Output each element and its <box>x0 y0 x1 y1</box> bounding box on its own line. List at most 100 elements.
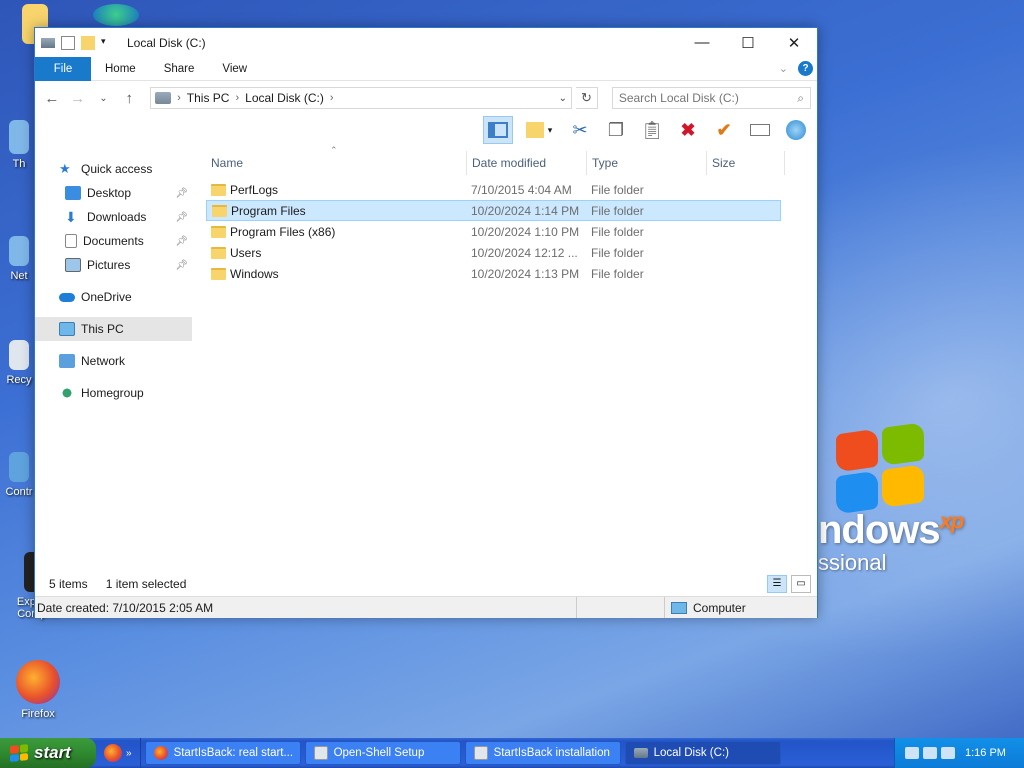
desktop-brand-subtext: ssional <box>818 550 887 575</box>
pictures-icon <box>65 258 81 272</box>
network-disconnected-icon[interactable] <box>905 747 919 759</box>
details-view-icon[interactable]: ☰ <box>767 575 787 593</box>
desktop-icon-network[interactable]: Net <box>2 236 36 282</box>
breadcrumb-this-pc[interactable]: This PC <box>187 91 230 105</box>
preview-pane-icon[interactable] <box>483 116 513 144</box>
taskbar-button-local-disk[interactable]: Local Disk (C:) <box>624 741 781 765</box>
pin-icon[interactable]: 📌︎ <box>175 260 188 271</box>
task-label: StartIsBack installation <box>493 747 610 759</box>
download-arrow-icon: ⬇ <box>65 209 77 225</box>
breadcrumb-local-disk[interactable]: Local Disk (C:) <box>245 91 324 105</box>
clock[interactable]: 1:16 PM <box>965 747 1006 759</box>
file-name: Users <box>230 245 262 260</box>
file-row-program-files-x86[interactable]: Program Files (x86) 10/20/2024 1:10 PM F… <box>206 221 781 242</box>
properties-globe-icon[interactable] <box>781 116 811 144</box>
recent-locations-chevron-icon[interactable]: ⌄ <box>93 93 115 104</box>
up-arrow-icon[interactable]: ↑ <box>118 90 140 107</box>
delete-icon[interactable]: ✖ <box>673 116 703 144</box>
close-button[interactable]: ✕ <box>771 28 817 57</box>
start-button[interactable]: start <box>0 738 96 768</box>
desktop-icon-this-pc[interactable]: Th <box>2 120 36 170</box>
nav-item-this-pc[interactable]: This PC <box>35 317 192 341</box>
nav-item-onedrive[interactable]: OneDrive <box>35 285 192 309</box>
search-input[interactable] <box>618 91 789 105</box>
address-bar[interactable]: › This PC › Local Disk (C:) › ⌄ <box>150 87 573 109</box>
column-header-date-modified[interactable]: Date modified <box>467 151 587 175</box>
file-row-users[interactable]: Users 10/20/2024 12:12 ... File folder <box>206 242 781 263</box>
item-count: 5 items <box>49 577 88 591</box>
paste-icon[interactable]: 📋︎ <box>637 116 667 144</box>
command-toolbar: ▾ ✂ ❐ 📋︎ ✖ ✔ <box>35 115 817 145</box>
file-type: File folder <box>591 224 644 239</box>
view-options-icon[interactable]: ▾ <box>519 116 559 144</box>
desktop-icon <box>65 186 81 200</box>
file-list: ⌃ Name Date modified Type Size PerfLogs … <box>192 145 817 573</box>
pin-icon[interactable]: 📌︎ <box>175 236 188 247</box>
taskbar-button-open-shell-setup[interactable]: Open-Shell Setup <box>304 741 461 765</box>
column-header-size[interactable]: Size <box>707 151 785 175</box>
file-date-modified: 10/20/2024 1:14 PM <box>471 203 580 218</box>
tab-file[interactable]: File <box>35 56 91 81</box>
taskbar-button-startisback-firefox[interactable]: StartIsBack: real start... <box>144 741 301 765</box>
breadcrumb-separator-icon[interactable]: › <box>177 92 181 104</box>
file-row-perflogs[interactable]: PerfLogs 7/10/2015 4:04 AM File folder <box>206 179 781 200</box>
installer-icon <box>473 746 488 760</box>
checkmark-icon[interactable]: ✔ <box>709 116 739 144</box>
cut-icon[interactable]: ✂ <box>565 116 595 144</box>
file-name: Program Files <box>231 203 306 218</box>
desktop-icon-firefox[interactable]: Firefox <box>10 660 66 720</box>
forward-arrow-icon[interactable]: → <box>67 90 89 107</box>
column-header-type[interactable]: Type <box>587 151 707 175</box>
taskbar-button-startisback-installation[interactable]: StartIsBack installation <box>464 741 621 765</box>
computer-icon <box>671 601 687 614</box>
firefox-icon[interactable] <box>104 744 122 762</box>
pin-icon[interactable]: 📌︎ <box>175 212 188 223</box>
search-box[interactable]: ⌕ <box>611 87 811 109</box>
nav-item-documents[interactable]: Documents 📌︎ <box>35 229 192 253</box>
breadcrumb-separator-icon[interactable]: › <box>330 92 334 104</box>
help-icon[interactable]: ? <box>798 61 813 76</box>
nav-item-label: Network <box>81 354 126 368</box>
desktop-icon-control-panel[interactable]: Contr <box>2 452 36 498</box>
quick-launch: » <box>96 738 141 768</box>
minimize-button[interactable]: — <box>679 28 725 57</box>
drive-icon <box>633 748 648 758</box>
nav-item-pictures[interactable]: Pictures 📌︎ <box>35 253 192 277</box>
expand-ribbon-chevron-icon[interactable]: ⌄ <box>779 62 788 75</box>
address-dropdown-chevron-icon[interactable]: ⌄ <box>559 93 567 104</box>
quick-launch-chevron-icon[interactable]: » <box>126 748 132 759</box>
maximize-button[interactable]: ☐ <box>725 28 771 57</box>
new-folder-icon[interactable] <box>81 35 95 50</box>
tab-home[interactable]: Home <box>91 57 150 81</box>
pin-icon[interactable]: 📌︎ <box>175 188 188 199</box>
nav-item-homegroup[interactable]: Homegroup <box>35 381 192 405</box>
tab-share[interactable]: Share <box>150 57 209 81</box>
refresh-icon[interactable]: ↻ <box>576 87 598 109</box>
title-bar[interactable]: ▾ Local Disk (C:) — ☐ ✕ <box>35 28 817 57</box>
computer-icon <box>59 322 75 336</box>
documents-icon <box>65 234 77 248</box>
file-type: File folder <box>591 182 644 197</box>
properties-check-icon[interactable] <box>61 35 75 50</box>
customize-toolbar-icon[interactable]: ▾ <box>101 36 115 50</box>
volume-muted-icon[interactable] <box>941 747 955 759</box>
breadcrumb-separator-icon[interactable]: › <box>235 92 239 104</box>
file-name: Windows <box>230 266 279 281</box>
nav-item-network[interactable]: Network <box>35 349 192 373</box>
large-icons-view-icon[interactable]: ▭ <box>791 575 811 593</box>
rename-icon[interactable] <box>745 116 775 144</box>
nav-item-downloads[interactable]: ⬇ Downloads 📌︎ <box>35 205 192 229</box>
back-arrow-icon[interactable]: ← <box>41 90 63 107</box>
nav-item-desktop[interactable]: Desktop 📌︎ <box>35 181 192 205</box>
file-row-program-files[interactable]: Program Files 10/20/2024 1:14 PM File fo… <box>206 200 781 221</box>
file-row-windows[interactable]: Windows 10/20/2024 1:13 PM File folder <box>206 263 781 284</box>
nav-item-label: Quick access <box>81 162 153 176</box>
ribbon-tabs: File Home Share View ⌄ ? <box>35 56 817 81</box>
desktop-icon-recycle-bin[interactable]: Recy <box>2 340 36 386</box>
network-icon[interactable] <box>923 747 937 759</box>
copy-icon[interactable]: ❐ <box>601 116 631 144</box>
nav-item-quick-access[interactable]: ★ Quick access <box>35 157 192 181</box>
taskbar: start » StartIsBack: real start... Open-… <box>0 738 1024 768</box>
tab-view[interactable]: View <box>208 57 261 81</box>
file-name: Program Files (x86) <box>230 224 336 239</box>
